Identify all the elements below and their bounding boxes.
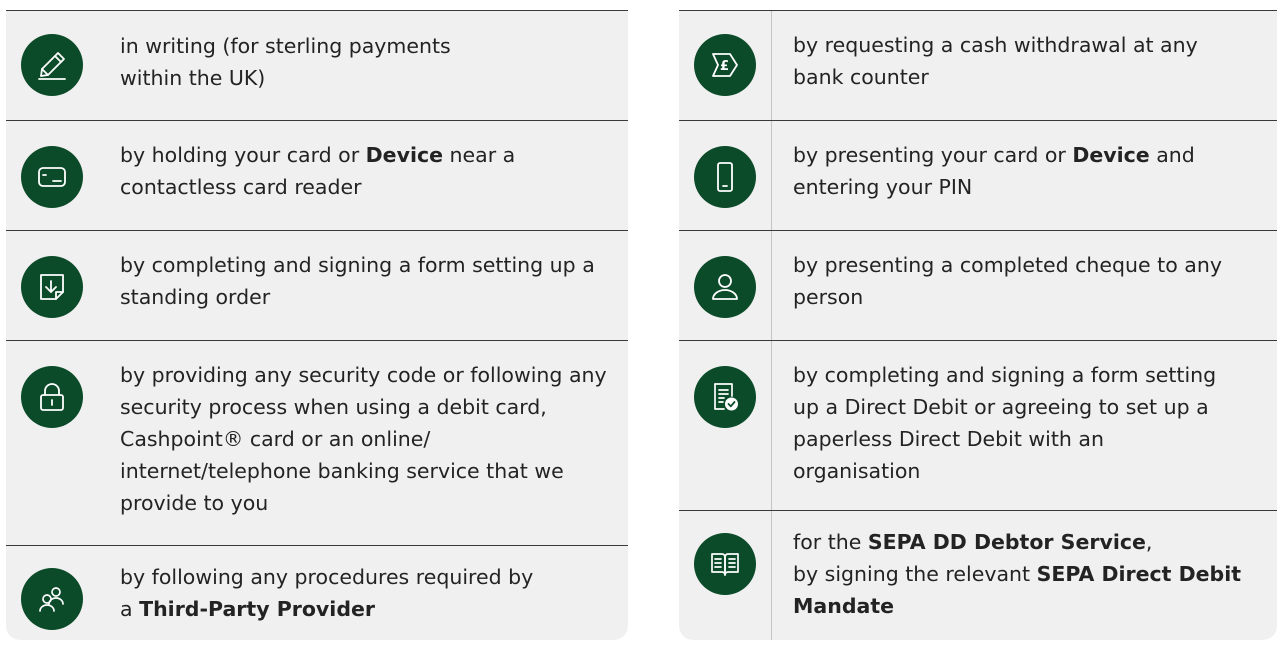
svg-text:£: £ [720,59,729,74]
list-item-text: by completing and signing a form setting… [793,363,1217,483]
list-item-text: for the SEPA DD Debtor Service, by signi… [793,530,1242,618]
cash-pound-icon: £ [694,34,756,96]
list-item-text: by completing and signing a form setting… [120,253,595,309]
mobile-phone-icon [694,146,756,208]
list-item-text: by holding your card or Device near a co… [120,143,516,199]
list-item: by completing and signing a form setting… [6,230,628,340]
pen-icon [21,34,83,96]
list-item: by presenting your card or Device and en… [679,120,1277,230]
list-item-text: by following any procedures required by … [120,565,534,621]
person-icon [694,256,756,318]
open-book-icon [694,533,756,595]
list-item: in writing (for sterling payments within… [6,10,628,120]
list-item: for the SEPA DD Debtor Service, by signi… [679,510,1277,640]
list-item-text: in writing (for sterling payments within… [120,34,451,90]
list-item: by completing and signing a form setting… [679,340,1277,510]
list-item: £ by requesting a cash withdrawal at any… [679,10,1277,120]
list-item: by presenting a completed cheque to any … [679,230,1277,340]
padlock-icon [21,366,83,428]
list-item: by holding your card or Device near a co… [6,120,628,230]
list-item-text: by presenting your card or Device and en… [793,143,1195,199]
list-item-text: by presenting a completed cheque to any … [793,253,1222,309]
third-party-users-icon [21,568,83,630]
left-panel: in writing (for sterling payments within… [6,10,628,640]
document-check-icon [694,366,756,428]
form-download-icon [21,256,83,318]
list-item: by providing any security code or follow… [6,340,628,545]
list-item-text: by providing any security code or follow… [120,363,607,515]
right-panel: £ by requesting a cash withdrawal at any… [679,10,1277,640]
contactless-card-icon [21,146,83,208]
list-item: by following any procedures required by … [6,545,628,640]
list-item-text: by requesting a cash withdrawal at any b… [793,33,1198,89]
